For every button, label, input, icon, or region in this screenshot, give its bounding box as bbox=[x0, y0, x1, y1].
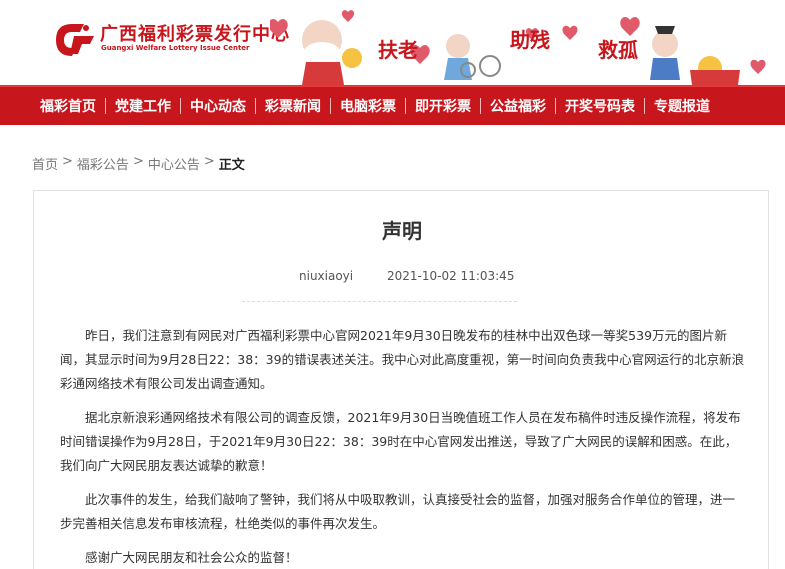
article-card: 声明 niuxiaoyi 2021-10-02 11:03:45 昨日，我们注意… bbox=[33, 190, 769, 569]
breadcrumb-home[interactable]: 首页 bbox=[32, 154, 58, 173]
article-body: 昨日，我们注意到有网民对广西福利彩票中心官网2021年9月30日晚发布的桂林中出… bbox=[60, 324, 745, 569]
nav-item-public-welfare[interactable]: 公益福彩 bbox=[481, 96, 555, 116]
breadcrumb-separator: > bbox=[132, 154, 144, 169]
nav-item-instant-lottery[interactable]: 即开彩票 bbox=[406, 96, 480, 116]
slogan-support-elderly: 扶老 bbox=[378, 38, 418, 62]
breadcrumb-announcements[interactable]: 福彩公告 bbox=[77, 154, 129, 173]
breadcrumb-separator: > bbox=[62, 154, 73, 169]
site-name[interactable]: 广西福利彩票发行中心 bbox=[100, 20, 290, 46]
nav-item-home[interactable]: 福彩首页 bbox=[31, 96, 105, 116]
main-nav: 福彩首页 党建工作 中心动态 彩票新闻 电脑彩票 即开彩票 公益福彩 开奖号码表… bbox=[0, 85, 785, 125]
site-name-en: Guangxi Welfare Lottery Issue Center bbox=[101, 44, 250, 52]
breadcrumb-center-announcements[interactable]: 中心公告 bbox=[148, 154, 200, 173]
nav-item-lottery-news[interactable]: 彩票新闻 bbox=[256, 96, 330, 116]
breadcrumb-separator: > bbox=[203, 154, 215, 169]
site-header: 广西福利彩票发行中心 Guangxi Welfare Lottery Issue… bbox=[0, 0, 785, 85]
article-paragraph: 据北京新浪彩通网络技术有限公司的调查反馈，2021年9月30日当晚值班工作人员在… bbox=[60, 410, 741, 473]
slogan-help-disabled: 助残 bbox=[510, 28, 550, 52]
welfare-lottery-logo-icon[interactable] bbox=[50, 18, 96, 58]
article-datetime: 2021-10-02 11:03:45 bbox=[387, 269, 515, 283]
nav-item-computer-lottery[interactable]: 电脑彩票 bbox=[331, 96, 405, 116]
article-paragraph: 昨日，我们注意到有网民对广西福利彩票中心官网2021年9月30日晚发布的桂林中出… bbox=[60, 328, 745, 391]
article-title: 声明 bbox=[382, 219, 422, 243]
nav-item-special-reports[interactable]: 专题报道 bbox=[645, 96, 719, 116]
breadcrumb: 首页 > 福彩公告 > 中心公告 > 正文 bbox=[32, 154, 245, 173]
nav-item-party-building[interactable]: 党建工作 bbox=[106, 96, 180, 116]
nav-item-center-news[interactable]: 中心动态 bbox=[181, 96, 255, 116]
nav-item-draw-results[interactable]: 开奖号码表 bbox=[556, 96, 644, 116]
article-paragraph: 此次事件的发生，给我们敲响了警钟，我们将从中吸取教训，认真接受社会的监督，加强对… bbox=[60, 492, 736, 531]
slogan-rescue-orphans: 救孤 bbox=[598, 38, 638, 62]
breadcrumb-current: 正文 bbox=[218, 158, 245, 173]
article-paragraph: 感谢广大网民朋友和社会公众的监督！ bbox=[85, 550, 298, 565]
article-author: niuxiaoyi bbox=[299, 269, 354, 283]
meta-divider bbox=[242, 301, 517, 302]
